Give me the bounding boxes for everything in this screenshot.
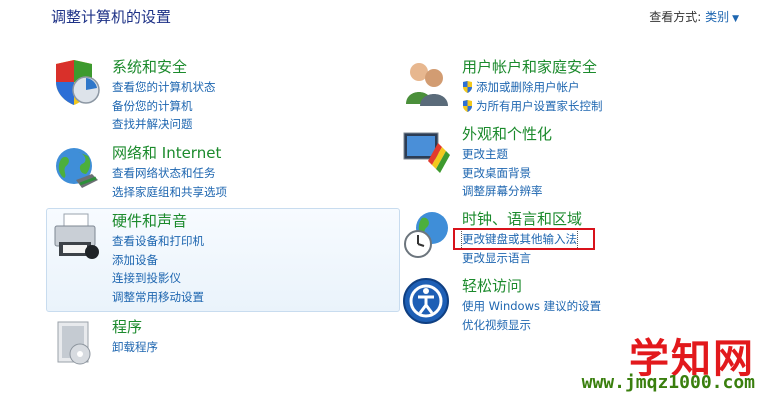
clock-globe-icon <box>404 212 448 258</box>
link-devices-printers[interactable]: 查看设备和打印机 <box>112 232 204 251</box>
link-recommended-settings[interactable]: 使用 Windows 建议的设置 <box>462 297 601 316</box>
link-view-network-status[interactable]: 查看网络状态和任务 <box>112 164 227 183</box>
link-troubleshoot[interactable]: 查找并解决问题 <box>112 115 216 134</box>
link-view-computer-status[interactable]: 查看您的计算机状态 <box>112 78 216 97</box>
view-by: 查看方式: 类别 ▼ <box>649 8 739 25</box>
printer-icon <box>54 213 99 259</box>
category-title[interactable]: 系统和安全 <box>112 58 187 76</box>
programs-icon <box>57 321 91 365</box>
link-parental-controls[interactable]: 为所有用户设置家长控制 <box>462 97 603 116</box>
red-annotation-box <box>453 228 595 250</box>
view-by-dropdown[interactable]: 类别 ▼ <box>705 10 739 24</box>
link-connect-projector[interactable]: 连接到投影仪 <box>112 269 204 288</box>
category-title[interactable]: 硬件和声音 <box>112 212 187 230</box>
link-label: 为所有用户设置家长控制 <box>476 98 603 113</box>
users-icon <box>406 63 448 106</box>
category-title[interactable]: 网络和 Internet <box>112 144 221 162</box>
link-label: 添加或删除用户帐户 <box>476 80 580 94</box>
link-add-remove-accounts[interactable]: 添加或删除用户帐户 <box>462 78 603 97</box>
link-change-display-language[interactable]: 更改显示语言 <box>462 249 577 268</box>
ease-of-access-icon <box>403 278 449 324</box>
view-by-value: 类别 <box>705 10 730 24</box>
globe-network-icon <box>56 148 98 188</box>
link-homegroup-sharing[interactable]: 选择家庭组和共享选项 <box>112 183 227 202</box>
uac-shield-icon <box>463 99 472 112</box>
link-screen-resolution[interactable]: 调整屏幕分辨率 <box>462 182 543 201</box>
link-backup-computer[interactable]: 备份您的计算机 <box>112 97 216 116</box>
link-desktop-background[interactable]: 更改桌面背景 <box>462 164 543 183</box>
link-change-theme[interactable]: 更改主题 <box>462 145 543 164</box>
chevron-down-icon: ▼ <box>732 14 739 24</box>
category-title[interactable]: 外观和个性化 <box>462 125 552 143</box>
category-title[interactable]: 时钟、语言和区域 <box>462 210 582 228</box>
view-by-label: 查看方式: <box>649 10 702 24</box>
shield-icon <box>56 60 100 105</box>
uac-shield-icon <box>463 81 472 93</box>
appearance-icon <box>403 132 450 173</box>
link-uninstall-program[interactable]: 卸载程序 <box>112 338 158 357</box>
link-mobility-settings[interactable]: 调整常用移动设置 <box>112 288 204 307</box>
page-title: 调整计算机的设置 <box>51 8 172 26</box>
link-add-device[interactable]: 添加设备 <box>112 251 204 270</box>
category-title[interactable]: 轻松访问 <box>462 277 522 295</box>
category-title[interactable]: 程序 <box>112 318 142 336</box>
watermark: 学知网 www.jmqz1000.com <box>525 326 755 398</box>
category-title[interactable]: 用户帐户和家庭安全 <box>462 58 597 76</box>
watermark-url: www.jmqz1000.com <box>581 372 755 393</box>
